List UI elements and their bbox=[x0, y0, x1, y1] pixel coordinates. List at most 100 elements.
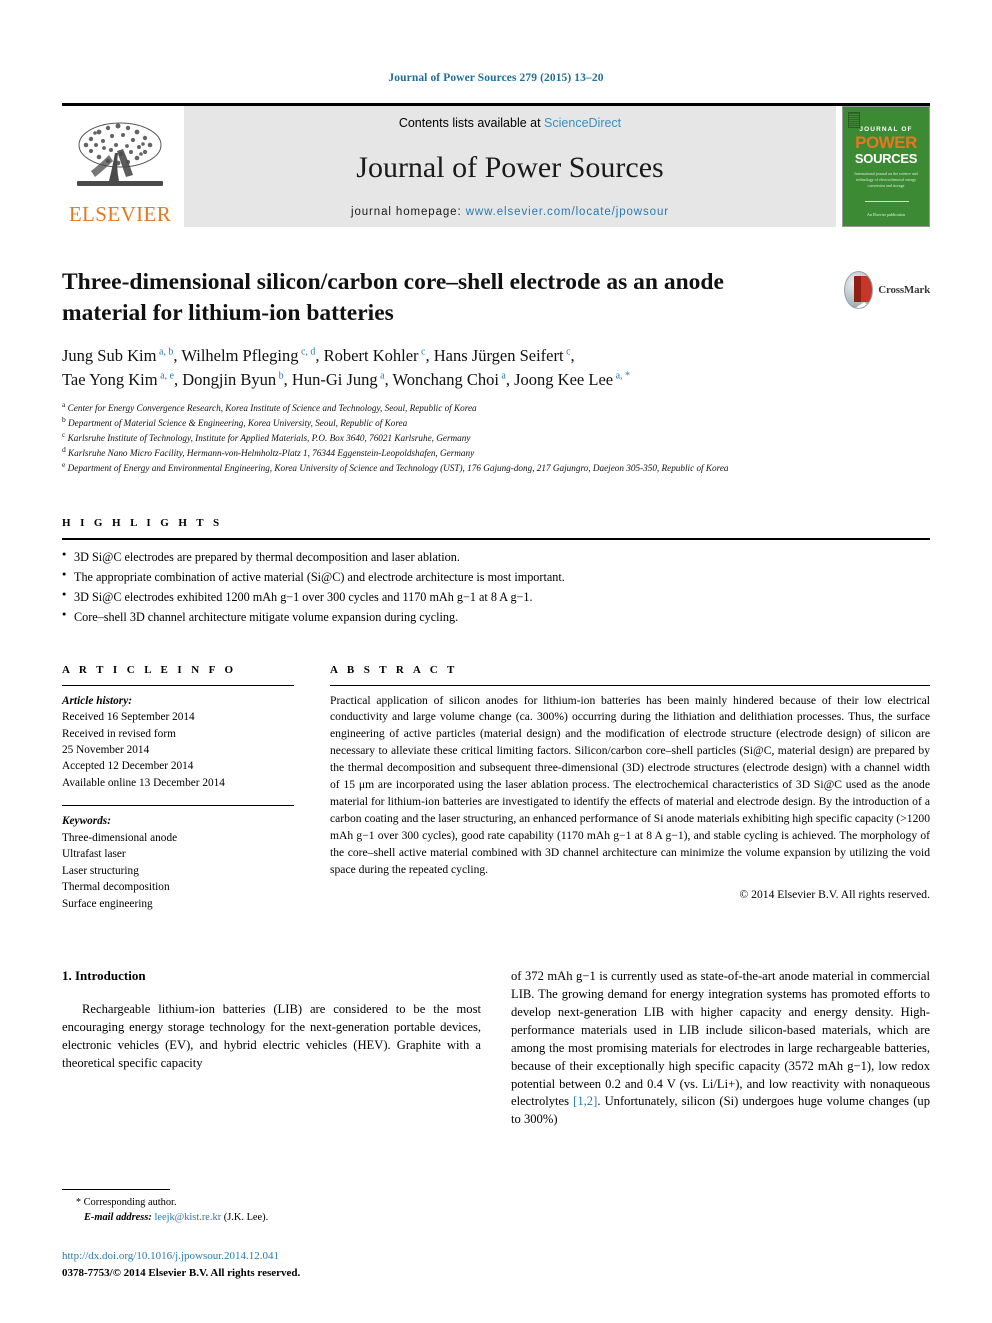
affiliation-item: e Department of Energy and Environmental… bbox=[62, 459, 892, 476]
section-heading-introduction: 1. Introduction bbox=[62, 968, 146, 984]
author-name: Wonchang Choi bbox=[392, 370, 499, 390]
history-item: Received in revised form bbox=[62, 727, 176, 740]
homepage-prefix: journal homepage: bbox=[351, 206, 466, 218]
highlights-list: 3D Si@C electrodes are prepared by therm… bbox=[62, 548, 930, 627]
keywords-block: Keywords: Three-dimensional anode Ultraf… bbox=[62, 813, 294, 912]
masthead-center: Contents lists available at ScienceDirec… bbox=[184, 106, 836, 227]
affiliation-text: Center for Energy Convergence Research, … bbox=[67, 402, 477, 413]
journal-cover-thumbnail: JOURNAL OF POWER SOURCES International j… bbox=[842, 106, 930, 227]
contents-prefix: Contents lists available at bbox=[398, 116, 545, 130]
author-name: Joong Kee Lee bbox=[514, 370, 614, 390]
abstract-column: A B S T R A C T Practical application of… bbox=[330, 664, 930, 913]
keyword-item: Laser structuring bbox=[62, 864, 139, 877]
cover-line-sources: SOURCES bbox=[854, 151, 918, 166]
author-name: Hun-Gi Jung bbox=[291, 370, 378, 390]
author-name: Tae Yong Kim bbox=[62, 370, 158, 390]
cover-line-power: POWER bbox=[855, 133, 917, 152]
author-name: Jung Sub Kim bbox=[62, 346, 157, 366]
author-affiliation-marks: a, e bbox=[157, 370, 174, 382]
body-column-left: 1. Introduction Rechargeable lithium-ion… bbox=[62, 968, 481, 1129]
intro-right-part1: of 372 mAh g−1 is currently used as stat… bbox=[511, 969, 930, 1109]
doi-block: http://dx.doi.org/10.1016/j.jpowsour.201… bbox=[62, 1248, 482, 1281]
affiliation-item: a Center for Energy Convergence Research… bbox=[62, 401, 892, 416]
journal-title: Journal of Power Sources bbox=[356, 151, 664, 184]
keyword-item: Three-dimensional anode bbox=[62, 831, 178, 844]
homepage-url-link[interactable]: www.elsevier.com/locate/jpowsour bbox=[466, 206, 669, 218]
intro-paragraph-left: Rechargeable lithium-ion batteries (LIB)… bbox=[62, 1002, 481, 1070]
body-columns: 1. Introduction Rechargeable lithium-ion… bbox=[62, 968, 930, 1129]
intro-paragraph-right: of 372 mAh g−1 is currently used as stat… bbox=[511, 968, 930, 1129]
journal-homepage-line: journal homepage: www.elsevier.com/locat… bbox=[351, 206, 669, 218]
elsevier-tree-icon bbox=[77, 122, 163, 186]
affiliation-mark: e bbox=[62, 459, 66, 469]
affiliation-mark: a bbox=[62, 399, 66, 409]
crossmark-icon bbox=[844, 271, 874, 309]
author-name: Robert Kohler bbox=[323, 346, 419, 366]
author-affiliation-marks: a bbox=[377, 370, 385, 382]
journal-masthead: ELSEVIER Contents lists available at Sci… bbox=[62, 103, 930, 227]
highlight-item: 3D Si@C electrodes are prepared by therm… bbox=[62, 548, 930, 568]
author-affiliation-marks: c bbox=[563, 346, 571, 358]
affiliation-mark: b bbox=[62, 414, 66, 424]
email-link[interactable]: leejk@kist.re.kr bbox=[154, 1212, 221, 1223]
citation-link[interactable]: [1,2] bbox=[573, 1094, 597, 1108]
cover-divider bbox=[865, 201, 909, 202]
article-history-block: Article history: Received 16 September 2… bbox=[62, 693, 294, 792]
email-label: E-mail address: bbox=[84, 1212, 152, 1224]
affiliation-list: a Center for Energy Convergence Research… bbox=[62, 401, 892, 476]
abstract-rule bbox=[330, 684, 930, 686]
running-head: Journal of Power Sources 279 (2015) 13–2… bbox=[388, 72, 604, 84]
footnote-rule bbox=[62, 1188, 170, 1190]
author-name: Dongjin Byun bbox=[182, 370, 277, 390]
article-info-rule bbox=[62, 684, 294, 686]
article-title: Three-dimensional silicon/carbon core–sh… bbox=[62, 269, 724, 326]
author-name: Wilhelm Pfleging bbox=[181, 346, 299, 366]
elsevier-wordmark: ELSEVIER bbox=[68, 202, 172, 226]
affiliation-item: b Department of Material Science & Engin… bbox=[62, 416, 892, 431]
affiliation-text: Department of Material Science & Enginee… bbox=[68, 417, 408, 428]
article-history-label: Article history: bbox=[62, 694, 132, 707]
affiliation-item: d Karlsruhe Nano Micro Facility, Hermann… bbox=[62, 444, 892, 461]
article-page: Journal of Power Sources 279 (2015) 13–2… bbox=[0, 0, 992, 1323]
corresponding-author-marker: * bbox=[76, 1196, 81, 1208]
highlights-heading: H I G H L I G H T S bbox=[62, 517, 223, 530]
highlight-item: Core–shell 3D channel architecture mitig… bbox=[62, 608, 930, 628]
keyword-item: Thermal decomposition bbox=[62, 881, 170, 894]
author-affiliation-marks: c bbox=[418, 346, 426, 358]
corresponding-author-label: Corresponding author. bbox=[83, 1196, 177, 1208]
email-suffix: (J.K. Lee). bbox=[223, 1212, 269, 1224]
contents-available-line: Contents lists available at ScienceDirec… bbox=[399, 116, 621, 130]
history-item: 25 November 2014 bbox=[62, 743, 150, 756]
title-block: Three-dimensional silicon/carbon core–sh… bbox=[62, 267, 930, 475]
affiliation-text: Karlsruhe Institute of Technology, Insti… bbox=[67, 432, 471, 443]
keyword-item: Ultrafast laser bbox=[62, 848, 126, 861]
cover-elsevier-logo-icon bbox=[848, 112, 860, 128]
crossmark-badge[interactable]: CrossMark bbox=[844, 269, 930, 311]
body-column-right: of 372 mAh g−1 is currently used as stat… bbox=[511, 968, 930, 1129]
abstract-text: Practical application of silicon anodes … bbox=[330, 693, 930, 876]
cover-footer-text: An Elsevier publication bbox=[867, 211, 905, 217]
affiliation-text: Karlsruhe Nano Micro Facility, Hermann-v… bbox=[68, 447, 475, 458]
author-name: Hans Jürgen Seifert bbox=[433, 346, 564, 366]
issn-copyright-line: 0378-7753/© 2014 Elsevier B.V. All right… bbox=[62, 1266, 301, 1279]
highlight-item: 3D Si@C electrodes exhibited 1200 mAh g−… bbox=[62, 588, 930, 608]
keywords-rule bbox=[62, 805, 294, 807]
history-item: Available online 13 December 2014 bbox=[62, 776, 225, 789]
cover-line-journal-of: JOURNAL OF bbox=[859, 126, 913, 133]
author-affiliation-marks: b bbox=[276, 370, 284, 382]
affiliation-mark: d bbox=[62, 444, 66, 454]
author-affiliation-marks: a, b bbox=[156, 346, 174, 358]
affiliation-item: c Karlsruhe Institute of Technology, Ins… bbox=[62, 430, 892, 446]
history-item: Accepted 12 December 2014 bbox=[62, 760, 194, 773]
sciencedirect-link[interactable]: ScienceDirect bbox=[544, 116, 621, 130]
doi-link[interactable]: http://dx.doi.org/10.1016/j.jpowsour.201… bbox=[62, 1248, 482, 1265]
highlights-section: H I G H L I G H T S 3D Si@C electrodes a… bbox=[62, 517, 930, 627]
author-list: Jung Sub Kim a, b, Wilhelm Pfleging c, d… bbox=[62, 346, 631, 390]
highlights-rule bbox=[62, 538, 930, 541]
corresponding-author-note: * Corresponding author. E-mail address: … bbox=[62, 1195, 482, 1226]
keywords-label: Keywords: bbox=[62, 815, 111, 828]
abstract-heading: A B S T R A C T bbox=[330, 663, 458, 676]
elsevier-logo: ELSEVIER bbox=[62, 106, 178, 227]
author-affiliation-marks: a, * bbox=[613, 370, 631, 382]
article-info-column: A R T I C L E I N F O Article history: R… bbox=[62, 664, 294, 913]
